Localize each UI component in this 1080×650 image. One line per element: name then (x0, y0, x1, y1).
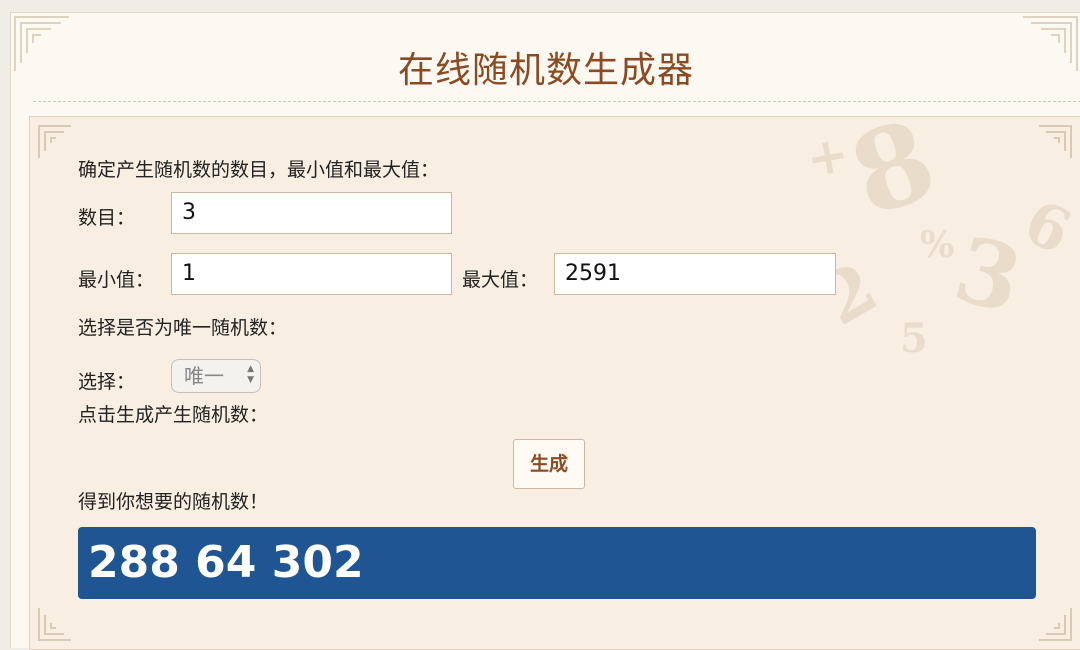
svg-text:+: + (810, 123, 853, 188)
unique-prompt: 选择是否为唯一随机数： (78, 317, 288, 339)
svg-text:%: % (920, 224, 954, 266)
svg-text:5: 5 (900, 315, 928, 362)
count-label: 数目： (78, 207, 136, 229)
max-label: 最大值： (462, 269, 539, 291)
generator-panel: 8 3 2 5 6 + % 确定产生随机数的数目，最小值和最大值： 数目： 3 … (29, 116, 1080, 650)
intro-text: 确定产生随机数的数目，最小值和最大值： (78, 159, 440, 181)
unique-select-value: 唯一 (184, 364, 224, 388)
min-label: 最小值： (78, 269, 155, 291)
page-title: 在线随机数生成器 (397, 50, 694, 91)
page-frame: 在线随机数生成器 8 3 2 5 6 + % 确定产生随机数的数目，最小值和最大… (10, 12, 1080, 650)
title-divider (33, 101, 1080, 102)
panel-corner-icon (1036, 605, 1074, 643)
generate-button[interactable]: 生成 (513, 439, 585, 489)
panel-corner-icon (36, 123, 74, 161)
panel-corner-icon (1036, 123, 1074, 161)
select-label: 选择： (78, 371, 136, 393)
svg-text:8: 8 (835, 117, 951, 241)
result-output: 288 64 302 (78, 527, 1036, 599)
generate-prompt: 点击生成产生随机数： (78, 404, 269, 426)
result-label: 得到你想要的随机数！ (78, 491, 269, 513)
svg-text:3: 3 (944, 216, 1032, 335)
panel-corner-icon (36, 605, 74, 643)
count-input[interactable]: 3 (171, 192, 452, 234)
max-input[interactable]: 2591 (554, 253, 836, 295)
svg-text:6: 6 (1014, 187, 1080, 268)
unique-select[interactable]: 唯一 ▲ ▼ (171, 359, 261, 393)
min-input[interactable]: 1 (171, 253, 452, 295)
select-arrows-icon: ▲ ▼ (247, 364, 254, 385)
